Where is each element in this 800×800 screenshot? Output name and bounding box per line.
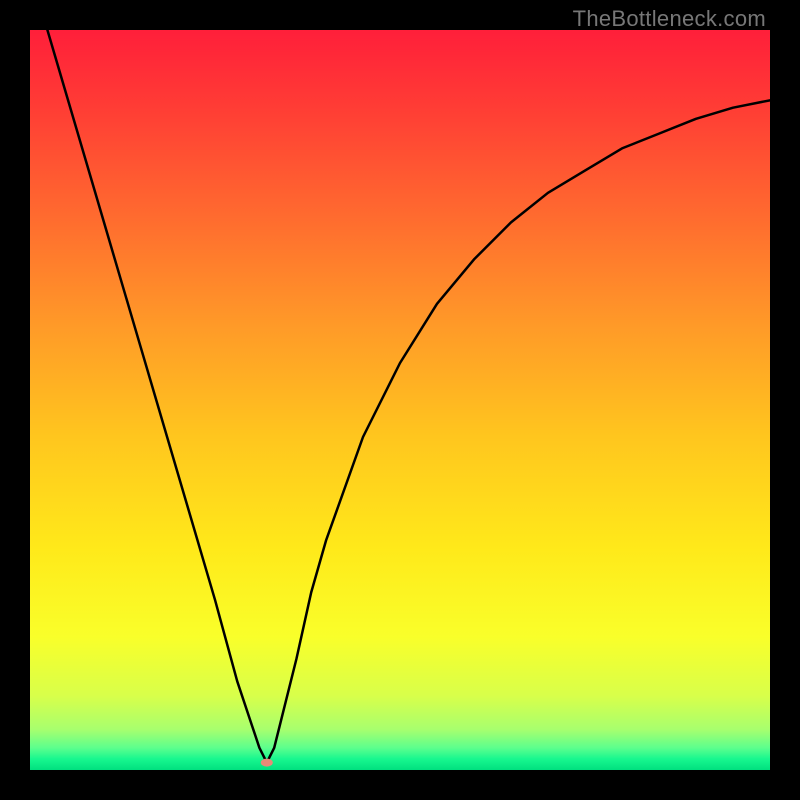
bottleneck-chart [30,30,770,770]
watermark-text: TheBottleneck.com [573,6,766,32]
chart-frame: TheBottleneck.com [0,0,800,800]
gradient-background [30,30,770,770]
plot-area [30,30,770,770]
optimal-point-marker [261,759,273,767]
